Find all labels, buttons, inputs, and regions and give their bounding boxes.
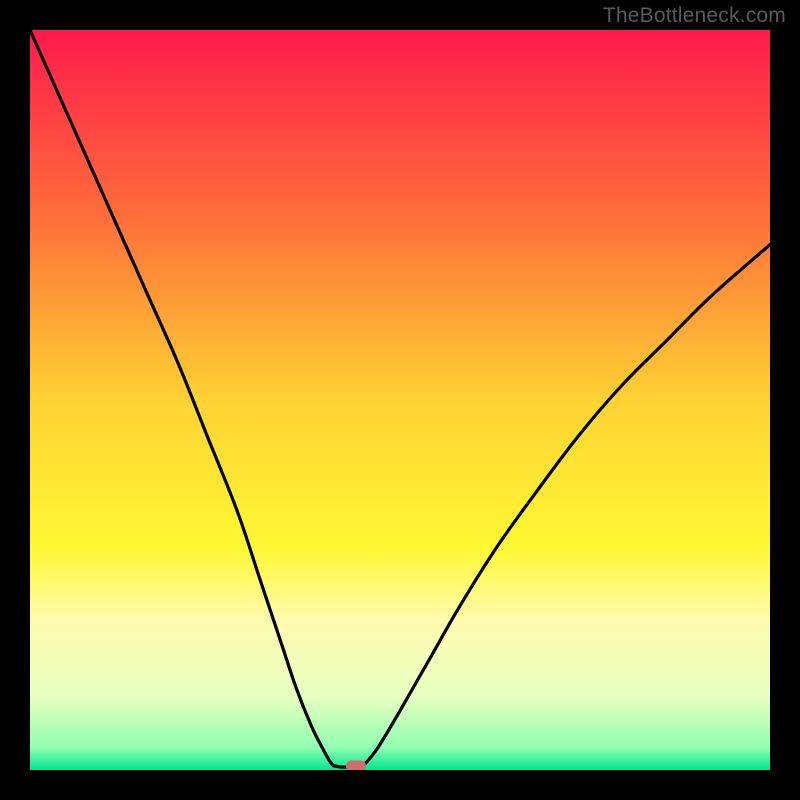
watermark-text: TheBottleneck.com bbox=[603, 4, 786, 28]
minimum-marker bbox=[346, 761, 366, 770]
chart-frame: TheBottleneck.com bbox=[0, 0, 800, 800]
plot-area bbox=[30, 30, 770, 770]
bottleneck-curve bbox=[30, 30, 770, 770]
